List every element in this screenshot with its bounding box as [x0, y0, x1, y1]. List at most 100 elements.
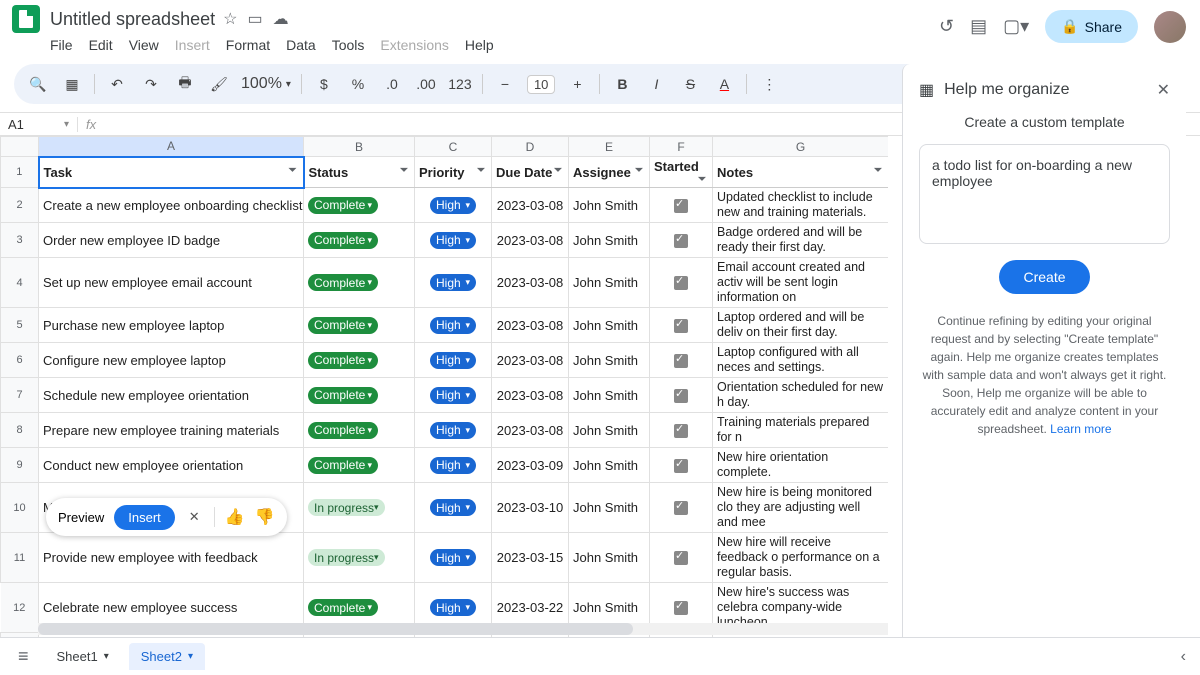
checkbox-icon[interactable]	[674, 354, 688, 368]
column-header[interactable]: F	[650, 137, 713, 157]
started-cell[interactable]	[650, 533, 713, 583]
assignee-cell[interactable]: John Smith	[569, 223, 650, 258]
assignee-cell[interactable]: John Smith	[569, 258, 650, 308]
notes-cell[interactable]: Updated checklist to include new and tra…	[713, 188, 889, 223]
status-cell[interactable]: Complete	[304, 343, 415, 378]
checkbox-icon[interactable]	[674, 601, 688, 615]
due-cell[interactable]: 2023-03-10	[492, 483, 569, 533]
assignee-cell[interactable]: John Smith	[569, 188, 650, 223]
priority-cell[interactable]: High	[415, 483, 492, 533]
menu-help[interactable]: Help	[465, 37, 494, 53]
task-cell[interactable]: Conduct new employee orientation	[39, 448, 304, 483]
priority-cell[interactable]: High	[415, 308, 492, 343]
header-cell[interactable]: Notes⏷	[713, 157, 889, 188]
meet-icon[interactable]: ▢▾	[1003, 16, 1029, 37]
status-cell[interactable]: Complete	[304, 188, 415, 223]
checkbox-icon[interactable]	[674, 276, 688, 290]
started-cell[interactable]	[650, 308, 713, 343]
assignee-cell[interactable]: John Smith	[569, 308, 650, 343]
menu-edit[interactable]: Edit	[89, 37, 113, 53]
status-cell[interactable]: In progress	[304, 483, 415, 533]
sheet-tab-1[interactable]: Sheet1▾	[45, 643, 121, 670]
notes-cell[interactable]: Badge ordered and will be ready their fi…	[713, 223, 889, 258]
menu-view[interactable]: View	[129, 37, 159, 53]
started-cell[interactable]	[650, 378, 713, 413]
checkbox-icon[interactable]	[674, 459, 688, 473]
assignee-cell[interactable]: John Smith	[569, 343, 650, 378]
notes-cell[interactable]: Orientation scheduled for new h day.	[713, 378, 889, 413]
status-chip[interactable]: Complete	[308, 457, 378, 474]
horizontal-scrollbar[interactable]	[38, 623, 888, 635]
due-cell[interactable]: 2023-03-15	[492, 533, 569, 583]
checkbox-icon[interactable]	[674, 501, 688, 515]
strikethrough-icon[interactable]: S	[678, 76, 702, 92]
decrease-decimal-icon[interactable]: .0	[380, 76, 404, 92]
header-cell[interactable]: Due Date⏷	[492, 157, 569, 188]
priority-chip[interactable]: High	[430, 549, 476, 566]
sheets-icon[interactable]: ▦	[60, 76, 84, 93]
task-cell[interactable]: Create a new employee onboarding checkli…	[39, 188, 304, 223]
filter-icon[interactable]: ⏷	[477, 165, 485, 176]
task-cell[interactable]: Schedule new employee orientation	[39, 378, 304, 413]
status-chip[interactable]: Complete	[308, 352, 378, 369]
started-cell[interactable]	[650, 413, 713, 448]
checkbox-icon[interactable]	[674, 234, 688, 248]
priority-chip[interactable]: High	[430, 387, 476, 404]
row-header[interactable]: 11	[1, 533, 39, 583]
status-chip[interactable]: Complete	[308, 422, 378, 439]
status-chip[interactable]: Complete	[308, 317, 378, 334]
notes-cell[interactable]: New hire orientation complete.	[713, 448, 889, 483]
column-header[interactable]: G	[713, 137, 889, 157]
priority-chip[interactable]: High	[430, 457, 476, 474]
filter-icon[interactable]: ⏷	[874, 165, 882, 176]
select-all-corner[interactable]	[1, 137, 39, 157]
priority-cell[interactable]: High	[415, 188, 492, 223]
priority-cell[interactable]: High	[415, 413, 492, 448]
filter-icon[interactable]: ⏷	[400, 165, 408, 176]
row-header[interactable]: 10	[1, 483, 39, 533]
assignee-cell[interactable]: John Smith	[569, 483, 650, 533]
assignee-cell[interactable]: John Smith	[569, 533, 650, 583]
due-cell[interactable]: 2023-03-09	[492, 448, 569, 483]
learn-more-link[interactable]: Learn more	[1050, 422, 1111, 436]
task-cell[interactable]: Order new employee ID badge	[39, 223, 304, 258]
status-chip[interactable]: Complete	[308, 387, 378, 404]
due-cell[interactable]: 2023-03-08	[492, 188, 569, 223]
notes-cell[interactable]: New hire is being monitored clo they are…	[713, 483, 889, 533]
notes-cell[interactable]: Laptop ordered and will be deliv on thei…	[713, 308, 889, 343]
priority-cell[interactable]: High	[415, 258, 492, 308]
row-header[interactable]: 5	[1, 308, 39, 343]
status-cell[interactable]: Complete	[304, 378, 415, 413]
started-cell[interactable]	[650, 188, 713, 223]
priority-chip[interactable]: High	[430, 197, 476, 214]
close-icon[interactable]: ✕	[185, 509, 204, 525]
assignee-cell[interactable]: John Smith	[569, 378, 650, 413]
priority-chip[interactable]: High	[430, 422, 476, 439]
status-chip[interactable]: Complete	[308, 197, 378, 214]
header-cell[interactable]: Assignee⏷	[569, 157, 650, 188]
priority-chip[interactable]: High	[430, 599, 476, 616]
task-cell[interactable]: Set up new employee email account	[39, 258, 304, 308]
menu-format[interactable]: Format	[226, 37, 270, 53]
status-chip[interactable]: Complete	[308, 232, 378, 249]
status-cell[interactable]: Complete	[304, 258, 415, 308]
prompt-input[interactable]: a todo list for on-boarding a new employ…	[919, 144, 1170, 244]
priority-cell[interactable]: High	[415, 223, 492, 258]
checkbox-icon[interactable]	[674, 389, 688, 403]
percent-icon[interactable]: %	[346, 76, 370, 92]
print-icon[interactable]: 🖶	[173, 72, 197, 96]
status-chip[interactable]: In progress	[308, 549, 385, 566]
filter-icon[interactable]: ⏷	[554, 165, 562, 176]
task-cell[interactable]: Purchase new employee laptop	[39, 308, 304, 343]
priority-chip[interactable]: High	[430, 232, 476, 249]
task-cell[interactable]: Prepare new employee training materials	[39, 413, 304, 448]
priority-cell[interactable]: High	[415, 343, 492, 378]
priority-chip[interactable]: High	[430, 317, 476, 334]
font-size-input[interactable]: 10	[527, 75, 555, 94]
history-icon[interactable]: ↺	[939, 16, 954, 37]
currency-icon[interactable]: $	[312, 76, 336, 92]
create-button[interactable]: Create	[999, 260, 1089, 294]
priority-chip[interactable]: High	[430, 274, 476, 291]
row-header[interactable]: 7	[1, 378, 39, 413]
header-cell[interactable]: Priority⏷	[415, 157, 492, 188]
